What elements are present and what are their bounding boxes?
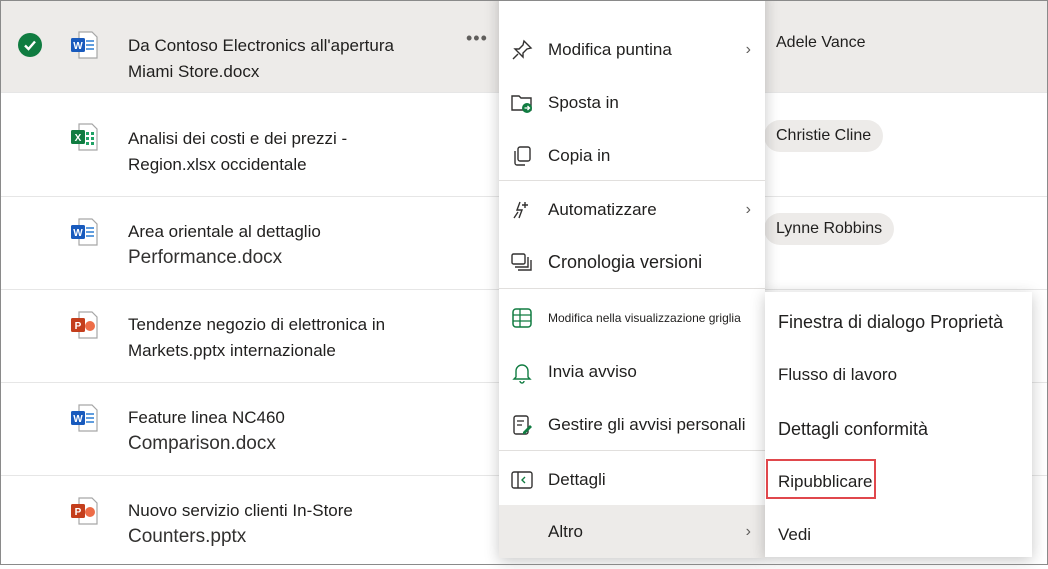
file-name[interactable]: Da Contoso Electronics all'apertura Miam… [128, 33, 394, 85]
svg-text:W: W [73, 228, 83, 239]
excel-file-icon: X [71, 123, 98, 151]
file-name[interactable]: Feature linea NC460 Comparison.docx [128, 405, 285, 457]
highlight-box [766, 459, 876, 499]
grid-icon [509, 305, 535, 331]
pin-icon [509, 37, 535, 63]
menu-item-more[interactable]: Altro › [499, 505, 765, 558]
submenu-item-workflow[interactable]: Flusso di lavoro [778, 365, 897, 385]
menu-item-grid-edit[interactable]: Modifica nella visualizzazione griglia [499, 293, 765, 343]
menu-item-version-history[interactable]: Cronologia versioni [499, 237, 765, 287]
svg-text:X: X [75, 133, 82, 144]
menu-item-send-alert[interactable]: Invia avviso [499, 347, 765, 397]
powerpoint-file-icon: P [71, 311, 98, 339]
menu-separator [499, 180, 765, 181]
context-menu: Modifica puntina › Sposta in Copia in Au… [499, 0, 765, 558]
menu-separator [499, 450, 765, 451]
svg-text:P: P [75, 321, 82, 332]
copy-icon [509, 143, 535, 169]
menu-item-edit-pin[interactable]: Modifica puntina › [499, 25, 765, 75]
svg-text:W: W [73, 414, 83, 425]
chevron-right-icon: › [745, 522, 751, 540]
menu-separator [499, 288, 765, 289]
modified-by: Adele Vance [776, 34, 866, 51]
menu-item-automate[interactable]: Automatizzare › [499, 185, 765, 235]
word-file-icon: W [71, 404, 98, 432]
menu-item-move-to[interactable]: Sposta in [499, 78, 765, 128]
file-name[interactable]: Nuovo servizio clienti In-Store Counters… [128, 498, 353, 550]
menu-item-manage-alerts[interactable]: Gestire gli avvisi personali [499, 400, 765, 450]
details-icon [509, 467, 535, 493]
menu-item-copy-to[interactable]: Copia in [499, 131, 765, 181]
chevron-right-icon: › [745, 41, 751, 58]
chevron-right-icon: › [745, 201, 751, 218]
submenu-item-properties[interactable]: Finestra di dialogo Proprietà [778, 312, 1003, 333]
powerpoint-file-icon: P [71, 497, 98, 525]
submenu-item-compliance[interactable]: Dettagli conformità [778, 419, 928, 440]
word-file-icon: W [71, 31, 98, 59]
version-history-icon [509, 249, 535, 275]
more-submenu: Finestra di dialogo Proprietà Flusso di … [765, 292, 1032, 557]
modified-by: Christie Cline [764, 120, 884, 152]
file-name[interactable]: Analisi dei costi e dei prezzi - Region.… [128, 126, 347, 178]
more-options-icon[interactable]: ••• [466, 28, 488, 49]
svg-text:P: P [75, 507, 82, 518]
manage-alerts-icon [509, 412, 535, 438]
word-file-icon: W [71, 218, 98, 246]
file-name[interactable]: Area orientale al dettaglio Performance.… [128, 219, 321, 271]
submenu-item-view[interactable]: Vedi [778, 525, 811, 545]
bell-icon [509, 359, 535, 385]
svg-text:W: W [73, 41, 83, 52]
automate-icon [509, 197, 535, 223]
move-folder-icon [509, 90, 535, 116]
menu-item-details[interactable]: Dettagli [499, 455, 765, 505]
file-name[interactable]: Tendenze negozio di elettronica in Marke… [128, 312, 385, 364]
modified-by: Lynne Robbins [764, 213, 895, 245]
checkmark-icon[interactable] [18, 33, 42, 57]
